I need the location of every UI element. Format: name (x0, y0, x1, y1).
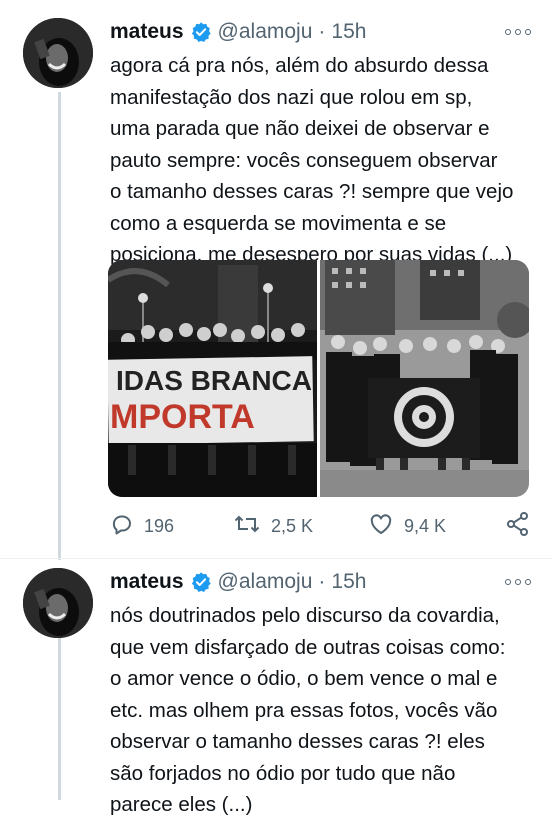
share-icon (505, 511, 531, 542)
thread-line (58, 92, 61, 560)
avatar[interactable] (23, 18, 93, 88)
more-icon[interactable] (505, 577, 531, 587)
flag-emblem (394, 387, 454, 447)
like-button[interactable]: 9,4 K (368, 511, 446, 541)
tweet-text-line: observar o tamanho desses caras ?! eles (110, 730, 485, 753)
verified-badge-icon (190, 571, 212, 593)
tweet-text-line: parece eles (...) (110, 793, 253, 816)
banner-text-top: IDAS BRANCA (116, 365, 312, 396)
retweet-button[interactable]: 2,5 K (233, 511, 313, 541)
user-handle[interactable]: @alamoju (218, 570, 313, 594)
tweet-text-line: agora cá pra nós, além do absurdo dessa (110, 54, 489, 77)
tweet-text-line: manifestação dos nazi que rolou em sp, (110, 85, 473, 109)
separator: · (318, 20, 326, 43)
banner-text-bottom: MPORTA (110, 398, 255, 436)
tweet-header: mateus @alamoju · 15h (110, 567, 366, 597)
like-icon (368, 512, 394, 541)
tweet-media[interactable]: IDAS BRANCA MPORTA (108, 260, 529, 497)
thread-line (58, 638, 61, 800)
tweet-actions: 196 2,5 K 9,4 K (108, 511, 533, 541)
reply-icon (110, 512, 134, 541)
media-photo-left[interactable]: IDAS BRANCA MPORTA (108, 260, 317, 497)
retweet-icon (233, 512, 261, 541)
tweet-1[interactable]: mateus @alamoju · 15h agora cá pra nós, … (0, 0, 553, 560)
tweet-text: nós doutrinados pelo discurso da covardi… (110, 600, 535, 821)
tweet-text-line: que vem disfarçado de outras coisas como… (110, 635, 506, 659)
like-count: 9,4 K (404, 515, 447, 536)
more-icon[interactable] (505, 27, 531, 37)
tweet-text-line: como a esquerda se movimenta e se (110, 211, 447, 235)
tweet-text-line: pauto sempre: vocês conseguem observar (110, 148, 498, 172)
tweet-text-line: o amor vence o ódio, o bem vence o mal e (110, 667, 498, 690)
tweet-text-line: nós doutrinados pelo discurso da covardi… (110, 604, 500, 627)
media-photo-right[interactable] (320, 260, 529, 497)
avatar[interactable] (23, 568, 93, 638)
tweet-text-line: etc. mas olhem pra essas fotos, vocês vã… (110, 698, 498, 722)
tweet-text-line: uma parada que não deixei de observar e (110, 117, 490, 140)
separator: · (318, 570, 326, 593)
timestamp[interactable]: 15h (331, 20, 366, 44)
reply-count: 196 (144, 515, 175, 536)
tweet-divider (0, 558, 553, 559)
display-name[interactable]: mateus (110, 20, 184, 44)
retweet-count: 2,5 K (271, 515, 314, 536)
tweet-2[interactable]: mateus @alamoju · 15h nós doutrinados pe… (0, 560, 553, 816)
share-button[interactable] (505, 511, 531, 541)
tweet-text-line: são forjados no ódio por tudo que não (110, 761, 456, 785)
user-handle[interactable]: @alamoju (218, 20, 313, 44)
timestamp[interactable]: 15h (331, 570, 366, 594)
reply-button[interactable]: 196 (110, 511, 174, 541)
tweet-text: agora cá pra nós, além do absurdo dessa … (110, 50, 535, 271)
verified-badge-icon (190, 21, 212, 43)
tweet-header: mateus @alamoju · 15h (110, 17, 366, 47)
display-name[interactable]: mateus (110, 570, 184, 594)
tweet-text-line: o tamanho desses caras ?! sempre que vej… (110, 180, 514, 203)
